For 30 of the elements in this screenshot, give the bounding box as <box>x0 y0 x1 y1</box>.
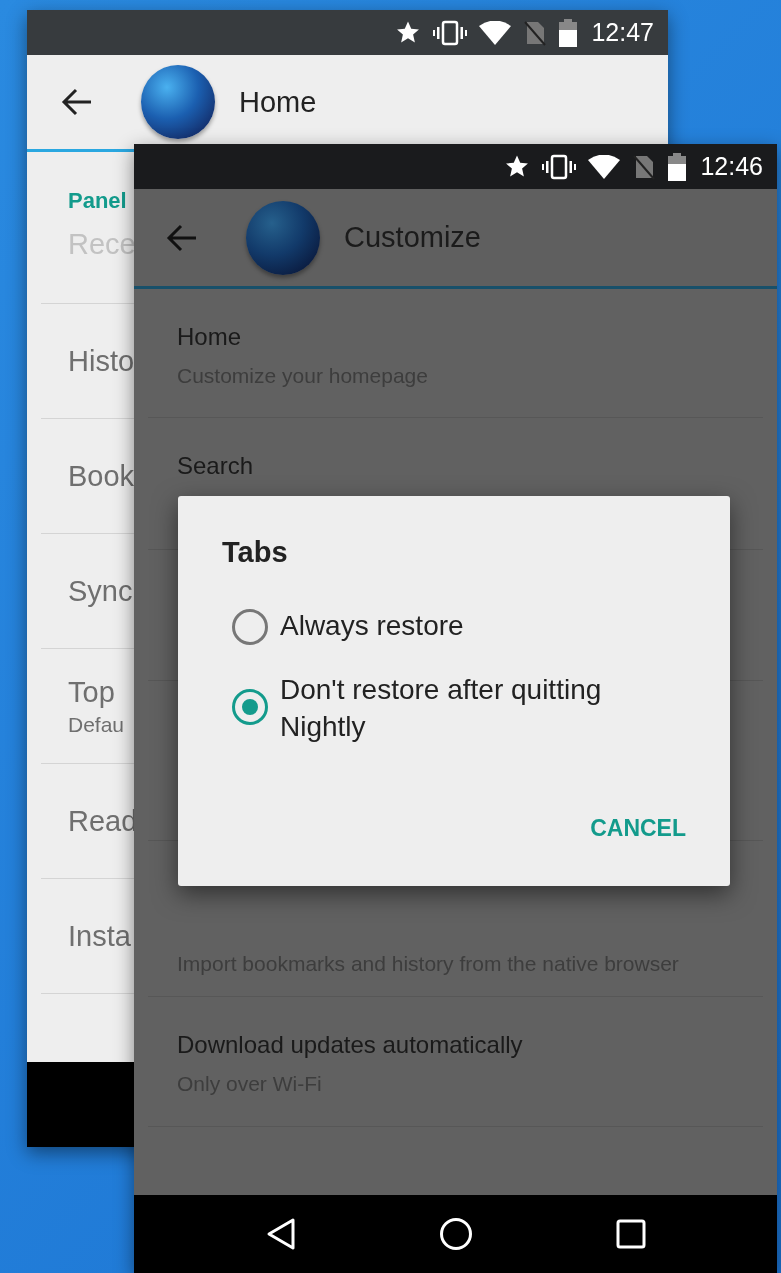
radio-button[interactable] <box>232 689 268 725</box>
no-sim-icon <box>632 153 657 180</box>
cancel-button[interactable]: CANCEL <box>590 809 686 848</box>
status-time: 12:46 <box>700 152 763 181</box>
vibrate-icon <box>433 19 468 46</box>
globe-icon <box>141 65 215 139</box>
battery-icon <box>559 18 578 47</box>
wifi-icon <box>479 20 512 45</box>
app-bar-title: Home <box>239 85 317 119</box>
option-label[interactable]: Don't restore after quitting Nightly <box>280 671 686 745</box>
globe-icon <box>246 200 320 275</box>
no-sim-icon <box>523 19 548 46</box>
setting-title[interactable]: Search <box>177 452 763 480</box>
setting-title[interactable]: Download updates automatically <box>177 1031 763 1059</box>
status-time: 12:47 <box>591 18 654 47</box>
home-icon[interactable] <box>438 1217 473 1251</box>
star-icon <box>395 20 422 45</box>
star-icon <box>504 154 531 179</box>
section-header: Panel <box>67 187 128 215</box>
back-icon[interactable] <box>265 1217 296 1251</box>
wifi-icon <box>588 154 621 179</box>
battery-icon <box>668 152 687 181</box>
option-label[interactable]: Always restore <box>280 607 464 644</box>
app-bar-title: Customize <box>344 221 481 254</box>
vibrate-icon <box>542 153 577 180</box>
radio-button[interactable] <box>232 609 268 645</box>
dialog-title: Tabs <box>222 536 289 569</box>
back-arrow-icon[interactable] <box>61 88 93 116</box>
setting-title[interactable]: Home <box>177 323 763 351</box>
recents-icon[interactable] <box>615 1219 646 1249</box>
